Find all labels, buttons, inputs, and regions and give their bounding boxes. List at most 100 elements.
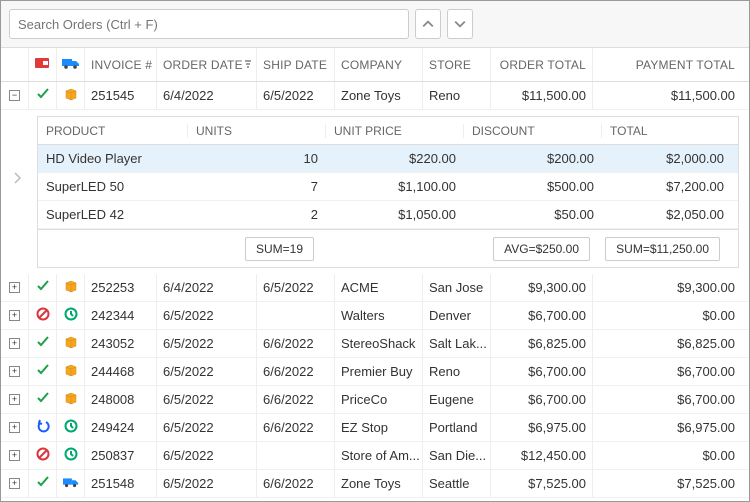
table-row[interactable]: +2508376/5/2022 Store of Am...San Die... $… [1,442,749,470]
detail-product: SuperLED 42 [38,207,188,222]
cell-invoice: 249424 [85,414,157,441]
table-row[interactable]: +2430526/5/20226/6/2022StereoShackSalt L… [1,330,749,358]
cell-store: Eugene [423,386,491,413]
cell-order-total: $6,700.00 [491,302,593,329]
undo-icon [36,419,50,436]
cell-order-date: 6/5/2022 [157,442,257,469]
header-order-date[interactable]: ORDER DATE [157,48,257,81]
detail-header-product[interactable]: PRODUCT [38,124,188,138]
cell-invoice: 251548 [85,470,157,497]
detail-units: 7 [188,179,326,194]
detail-header-units[interactable]: UNITS [188,124,326,138]
check-icon [36,475,50,492]
expand-icon[interactable]: + [9,478,20,489]
header-status[interactable] [29,48,57,81]
cell-ship-date: 6/6/2022 [257,414,335,441]
detail-row[interactable]: SuperLED 507$1,100.00$500.00$7,200.00 [38,173,738,201]
cell-ship-date: 6/5/2022 [257,274,335,301]
expand-icon[interactable]: + [9,338,20,349]
header-invoice[interactable]: INVOICE # [85,48,157,81]
search-input[interactable] [9,9,409,39]
table-row[interactable]: +2480086/5/20226/6/2022PriceCoEugene$6,7… [1,386,749,414]
cell-invoice: 243052 [85,330,157,357]
cell-payment-total: $9,300.00 [593,274,749,301]
header-store[interactable]: STORE [423,48,491,81]
cell-payment-total: $6,975.00 [593,414,749,441]
cell-order-date: 6/5/2022 [157,358,257,385]
cancel-icon [36,307,50,324]
prev-button[interactable] [415,9,441,39]
cell-ship-date [257,302,335,329]
cell-order-total: $6,975.00 [491,414,593,441]
table-row[interactable]: +2515486/5/20226/6/2022Zone ToysSeattle$… [1,470,749,498]
cell-order-date: 6/5/2022 [157,386,257,413]
collapse-icon[interactable]: − [9,90,20,101]
toolbar [1,1,749,48]
detail-header-total[interactable]: TOTAL [602,124,738,138]
next-button[interactable] [447,9,473,39]
header-payment-total[interactable]: PAYMENT TOTAL [593,48,749,81]
cell-ship-date: 6/6/2022 [257,470,335,497]
detail-header-discount[interactable]: DISCOUNT [464,124,602,138]
detail-footer: SUM=19 AVG=$250.00 SUM=$11,250.00 [38,229,738,267]
table-row[interactable]: +2423446/5/2022WaltersDenver$6,700.00$0.… [1,302,749,330]
expand-icon[interactable]: + [9,366,20,377]
cell-company: Store of Am... [335,442,423,469]
box-icon [64,391,78,408]
table-row-expanded[interactable]: − 251545 6/4/2022 6/5/2022 Zone Toys Ren… [1,82,749,110]
cell-invoice: 248008 [85,386,157,413]
cell-store: Reno [423,82,491,109]
expand-icon[interactable]: + [9,310,20,321]
expand-icon[interactable]: + [9,422,20,433]
detail-header: PRODUCT UNITS UNIT PRICE DISCOUNT TOTAL [38,117,738,145]
cell-invoice: 242344 [85,302,157,329]
table-row[interactable]: +2522536/4/20226/5/2022ACMESan Jose$9,30… [1,274,749,302]
detail-units: 2 [188,207,326,222]
check-icon [36,391,50,408]
cancel-icon [36,447,50,464]
detail-chevron-icon[interactable] [13,171,23,188]
expand-icon[interactable]: + [9,450,20,461]
cell-payment-total: $7,525.00 [593,470,749,497]
detail-row[interactable]: HD Video Player10$220.00$200.00$2,000.00 [38,145,738,173]
cell-store: San Die... [423,442,491,469]
header-order-date-label: ORDER DATE [163,58,243,72]
cell-ship-date: 6/6/2022 [257,330,335,357]
table-row[interactable]: +2444686/5/20226/6/2022Premier BuyReno$6… [1,358,749,386]
cell-invoice: 250837 [85,442,157,469]
table-row[interactable]: +2494246/5/20226/6/2022EZ StopPortland$6… [1,414,749,442]
expand-icon[interactable]: + [9,282,20,293]
detail-units: 10 [188,151,326,166]
cell-ship-date: 6/5/2022 [257,82,335,109]
sum-units-badge: SUM=19 [245,237,314,261]
column-headers: INVOICE # ORDER DATE SHIP DATE COMPANY S… [1,48,749,82]
cell-payment-total: $6,825.00 [593,330,749,357]
check-icon [36,87,50,104]
expand-icon[interactable]: + [9,394,20,405]
cell-invoice: 251545 [85,82,157,109]
header-order-total[interactable]: ORDER TOTAL [491,48,593,81]
cell-company: StereoShack [335,330,423,357]
cell-company: ACME [335,274,423,301]
header-company[interactable]: COMPANY [335,48,423,81]
detail-unitprice: $220.00 [326,151,464,166]
detail-row[interactable]: SuperLED 422$1,050.00$50.00$2,050.00 [38,201,738,229]
cell-store: San Jose [423,274,491,301]
sum-total-badge: SUM=$11,250.00 [605,237,720,261]
cell-order-date: 6/5/2022 [157,330,257,357]
cell-order-total: $6,700.00 [491,358,593,385]
detail-header-unitprice[interactable]: UNIT PRICE [326,124,464,138]
cell-invoice: 252253 [85,274,157,301]
cell-invoice: 244468 [85,358,157,385]
cell-company: Premier Buy [335,358,423,385]
header-ship-date[interactable]: SHIP DATE [257,48,335,81]
box-icon [64,335,78,352]
check-icon [36,363,50,380]
header-shipment[interactable] [57,48,85,81]
cell-company: Zone Toys [335,470,423,497]
cell-ship-date: 6/6/2022 [257,358,335,385]
cell-order-total: $6,700.00 [491,386,593,413]
cell-payment-total: $0.00 [593,442,749,469]
detail-total: $2,000.00 [602,151,738,166]
detail-unitprice: $1,100.00 [326,179,464,194]
